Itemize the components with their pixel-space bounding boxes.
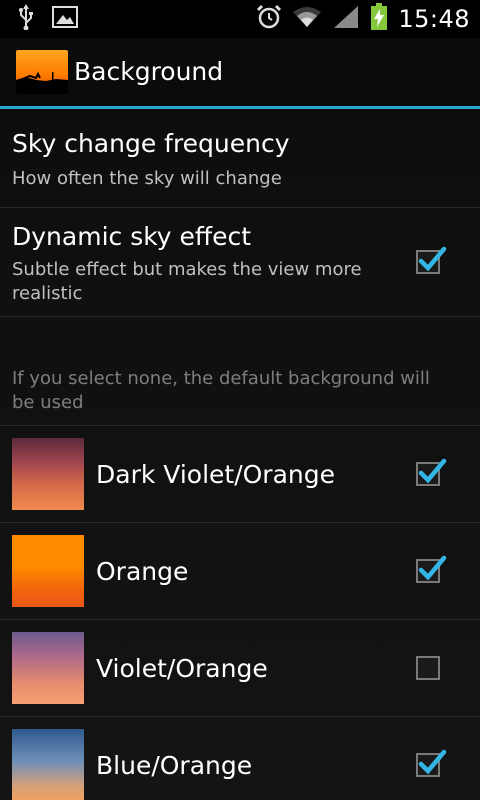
checkmark-icon — [418, 749, 447, 775]
sky-label: Dark Violet/Orange — [96, 460, 335, 489]
sky-checkbox[interactable] — [416, 458, 447, 486]
sky-item-blue-orange[interactable]: Blue/Orange — [0, 717, 480, 800]
sky-thumbnail — [12, 729, 84, 800]
sky-checkbox[interactable] — [416, 749, 447, 777]
screen: 15:48 Background Sky change frequency Ho… — [0, 0, 480, 800]
wifi-icon — [292, 5, 322, 33]
sky-checkbox[interactable] — [416, 555, 447, 583]
sky-thumbnail — [12, 535, 84, 607]
clock: 15:48 — [398, 5, 470, 33]
preferences-list: Sky change frequency How often the sky w… — [0, 109, 480, 800]
pref-title: Dynamic sky effect — [12, 222, 252, 251]
divider — [0, 316, 480, 317]
dynamic-sky-checkbox[interactable] — [416, 246, 447, 274]
pref-sky-change-frequency[interactable]: Sky change frequency How often the sky w… — [0, 109, 480, 207]
sky-item-dark-violet-orange[interactable]: Dark Violet/Orange — [0, 426, 480, 522]
status-bar: 15:48 — [0, 0, 480, 38]
action-bar: Background — [0, 38, 480, 108]
pref-summary: How often the sky will change — [12, 168, 282, 189]
alarm-icon — [256, 4, 282, 34]
sky-thumbnail — [12, 632, 84, 704]
pref-summary: Subtle effect but makes the view more re… — [12, 259, 362, 304]
page-title: Background — [74, 57, 224, 86]
sky-item-violet-orange[interactable]: Violet/Orange — [0, 620, 480, 716]
image-icon — [52, 6, 78, 32]
pref-title: Sky change frequency — [12, 129, 290, 158]
pref-dynamic-sky-effect[interactable]: Dynamic sky effect Subtle effect but mak… — [0, 208, 480, 316]
category-note: If you select none, the default backgrou… — [12, 368, 430, 413]
checkmark-icon — [418, 246, 447, 272]
battery-charging-icon — [370, 3, 388, 35]
signal-icon — [332, 4, 360, 34]
sky-label: Blue/Orange — [96, 751, 253, 780]
sky-label: Violet/Orange — [96, 654, 268, 683]
sky-item-orange[interactable]: Orange — [0, 523, 480, 619]
sky-checkbox[interactable] — [416, 656, 440, 680]
sky-thumbnail — [12, 438, 84, 510]
usb-icon — [18, 4, 34, 34]
checkmark-icon — [418, 555, 447, 581]
sky-label: Orange — [96, 557, 189, 586]
checkmark-icon — [418, 458, 447, 484]
app-icon[interactable] — [16, 50, 68, 94]
